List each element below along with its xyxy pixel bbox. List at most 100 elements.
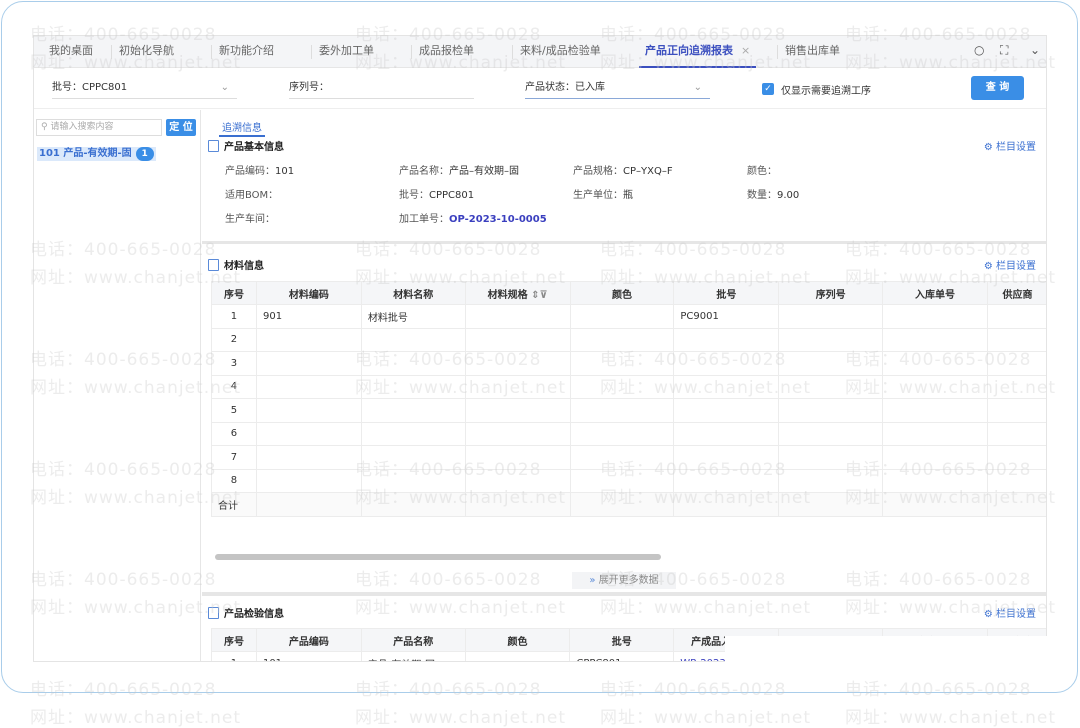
table-cell	[569, 398, 675, 423]
tab-trace-info[interactable]: 追溯信息	[219, 119, 265, 137]
tab-label: 产品正向追溯报表	[645, 44, 733, 57]
locate-button[interactable]: 定 位	[166, 119, 196, 136]
column-header-cell[interactable]: 批号	[569, 628, 675, 652]
table-row[interactable]: 2	[211, 327, 1046, 352]
serial-field[interactable]: 序列号：	[289, 79, 474, 99]
table-cell	[986, 398, 1046, 423]
table-cell	[464, 651, 571, 661]
column-header-cell[interactable]: 颜色	[464, 628, 571, 652]
column-header-cell[interactable]: 材料规格 ⇕⊽	[464, 281, 571, 305]
table-cell	[673, 445, 780, 470]
status-label: 产品状态：	[525, 82, 575, 93]
tab-inspection-request[interactable]: 成品报检单	[411, 36, 474, 68]
column-header-cell[interactable]: 序号	[211, 281, 257, 305]
chevron-down-icon[interactable]: ⌄	[1030, 43, 1040, 57]
table-cell	[778, 398, 884, 423]
batch-select[interactable]: 批号：CPPC801 ⌄	[52, 79, 237, 99]
column-header-cell[interactable]: 批号	[673, 281, 780, 305]
tab-forward-trace[interactable]: 产品正向追溯报表 ×	[639, 36, 757, 68]
tab-sales-outbound[interactable]: 销售出库单	[777, 36, 840, 68]
trace-only-checkbox[interactable]: ✓	[762, 83, 774, 95]
table-cell	[255, 374, 362, 399]
table-cell	[673, 398, 780, 423]
tab-outsource-order[interactable]: 委外加工单	[311, 36, 374, 68]
table-cell	[673, 492, 780, 517]
tree-search-input[interactable]: ⚲ 请输入搜索内容	[36, 119, 162, 136]
sort-icon[interactable]: ⇕	[531, 290, 539, 301]
column-settings-button[interactable]: ⚙ 栏目设置	[984, 138, 1036, 153]
search-icon[interactable]: ○	[974, 43, 984, 57]
column-header: 序号	[223, 289, 244, 301]
table-cell	[255, 351, 362, 376]
table-cell	[569, 304, 675, 329]
column-settings-button[interactable]: ⚙ 栏目设置	[984, 257, 1036, 272]
filter-bar: 批号：CPPC801 ⌄ 序列号： 产品状态：已入库 ⌄ ✓ 仅显示需要追溯工序 查…	[34, 69, 1046, 109]
info-field: 产品规格：CP–YXQ–F	[573, 162, 673, 177]
column-header-cell[interactable]: 入库单号	[882, 281, 988, 305]
table-cell	[882, 398, 988, 423]
table-row[interactable]: 1 901 材料批号 PC9001	[211, 304, 1046, 329]
table-cell	[360, 445, 466, 470]
column-settings-button[interactable]: ⚙ 栏目设置	[984, 605, 1036, 620]
column-header-cell[interactable]: 材料名称	[360, 281, 466, 305]
double-chevron-down-icon: »	[589, 575, 596, 586]
search-placeholder: 请输入搜索内容	[50, 122, 114, 132]
fullscreen-icon[interactable]: ⛶	[1000, 43, 1008, 58]
col-settings-label: 栏目设置	[996, 142, 1036, 153]
column-header-cell[interactable]: 产品编码	[255, 628, 362, 652]
clipboard-icon	[208, 140, 219, 152]
cell-text: 4	[230, 381, 238, 393]
table-row[interactable]: 6	[211, 421, 1046, 446]
table-row[interactable]: 5	[211, 398, 1046, 423]
cell-text: 材料批号	[367, 312, 408, 324]
table-row[interactable]: 3	[211, 351, 1046, 376]
table-cell	[255, 445, 362, 470]
filter-icon[interactable]: ⊽	[540, 290, 548, 301]
tab-inspection-sheet[interactable]: 来料/成品检验单	[512, 36, 601, 68]
table-cell	[986, 445, 1046, 470]
table-cell	[255, 421, 362, 446]
close-icon[interactable]: ×	[741, 44, 750, 57]
table-cell	[464, 421, 571, 446]
table-cell	[360, 398, 466, 423]
divider	[202, 592, 1046, 596]
horizontal-scrollbar[interactable]	[215, 554, 661, 560]
column-header-cell[interactable]: 产品名称	[360, 628, 466, 652]
table-row[interactable]: 4	[211, 374, 1046, 399]
column-header: 产品编码	[288, 636, 329, 648]
column-header-cell[interactable]: 供应商	[986, 281, 1046, 305]
status-select[interactable]: 产品状态：已入库 ⌄	[525, 79, 710, 99]
column-header-cell[interactable]: 序号	[211, 628, 257, 652]
info-field: 颜色：	[747, 162, 777, 177]
table-row[interactable]: 7	[211, 445, 1046, 470]
cell-text: 2	[230, 334, 238, 346]
cell-text: 产品-有效期-固	[368, 660, 435, 661]
table-cell: 2	[211, 327, 257, 352]
tab-new-features[interactable]: 新功能介绍	[211, 36, 274, 68]
column-header-cell[interactable]: 材料编码	[255, 281, 362, 305]
total-label: 合计	[218, 500, 238, 512]
tab-desktop[interactable]: 我的桌面	[49, 36, 93, 68]
chevron-down-icon: ⌄	[220, 82, 229, 93]
app: 我的桌面 初始化导航 新功能介绍 委外加工单 成品报检单 来料/成品检验单 产品…	[33, 35, 1047, 662]
col-settings-label: 栏目设置	[996, 261, 1036, 272]
tree-node[interactable]: 101 产品-有效期-固 1	[37, 147, 156, 161]
query-button[interactable]: 查 询	[971, 76, 1024, 100]
table-cell	[986, 374, 1046, 399]
table-cell	[360, 468, 466, 493]
tab-init-guide[interactable]: 初始化导航	[111, 36, 174, 68]
table-cell	[673, 327, 780, 352]
table-row[interactable]: 8	[211, 468, 1046, 493]
batch-label: 批号：	[52, 82, 82, 93]
info-field: 生产车间：	[225, 210, 275, 225]
cell-text: CPPC801	[576, 658, 621, 661]
field-value[interactable]: OP-2023-10-0005	[449, 214, 547, 225]
expand-more-button[interactable]: » 展开更多数据	[572, 572, 676, 589]
table-cell	[360, 421, 466, 446]
blank-overlay	[725, 636, 1048, 680]
column-header-cell[interactable]: 序列号	[778, 281, 884, 305]
count-badge: 1	[135, 147, 154, 161]
table-cell: 合计	[211, 492, 257, 517]
column-header-cell[interactable]: 颜色	[569, 281, 675, 305]
column-header: 材料编码	[288, 289, 329, 301]
